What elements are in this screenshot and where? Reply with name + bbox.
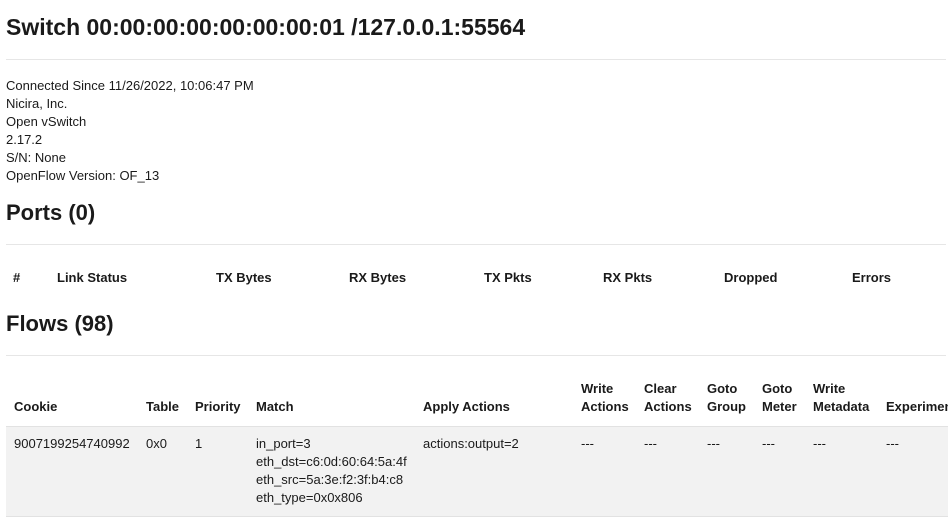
flows-col-match: Match xyxy=(256,399,294,414)
flow-apply-actions: actions:output=2 xyxy=(423,436,519,451)
hardware: Open vSwitch xyxy=(6,114,87,129)
flows-table-header: Cookie Table Priority Match Apply Action… xyxy=(6,373,948,425)
connected-since: Connected Since 11/26/2022, 10:06:47 PM xyxy=(6,78,254,93)
flow-table: 0x0 xyxy=(146,436,167,451)
ports-table-header: # Link Status TX Bytes RX Bytes TX Pkts … xyxy=(6,270,948,288)
flows-table: Cookie Table Priority Match Apply Action… xyxy=(6,373,948,517)
flow-cookie: 9007199254740992 xyxy=(14,436,130,451)
software-version: 2.17.2 xyxy=(6,132,43,147)
flow-goto-group: --- xyxy=(707,436,720,451)
divider xyxy=(6,244,946,245)
serial-number: S/N: None xyxy=(6,150,66,165)
openflow-version: OpenFlow Version: OF_13 xyxy=(6,168,160,183)
flows-col-clear-actions: Clear Actions xyxy=(644,381,692,414)
flows-col-apply-actions: Apply Actions xyxy=(423,399,510,414)
table-row: 9007199254740992 0x0 1 in_port=3 eth_dst… xyxy=(6,426,948,517)
flows-col-priority: Priority xyxy=(195,399,241,414)
switch-info: Connected Since 11/26/2022, 10:06:47 PM … xyxy=(6,77,254,185)
flow-clear-actions: --- xyxy=(644,436,657,451)
ports-col-number: # xyxy=(13,270,21,285)
flows-col-experimenter: Experimenter xyxy=(886,399,948,414)
flow-priority: 1 xyxy=(195,436,203,451)
ports-heading: Ports (0) xyxy=(6,200,96,225)
flows-col-write-actions: Write Actions xyxy=(581,381,629,414)
ports-col-errors: Errors xyxy=(852,270,892,285)
flows-col-goto-meter: Goto Meter xyxy=(762,381,797,414)
flows-col-goto-group: Goto Group xyxy=(707,381,746,414)
flow-write-actions: --- xyxy=(581,436,594,451)
ports-col-rx-pkts: RX Pkts xyxy=(603,270,653,285)
flow-experimenter: --- xyxy=(886,436,899,451)
manufacturer: Nicira, Inc. xyxy=(6,96,68,111)
divider xyxy=(6,355,946,356)
flow-goto-meter: --- xyxy=(762,436,775,451)
flows-col-write-metadata: Write Metadata xyxy=(813,381,870,414)
divider xyxy=(6,59,946,60)
ports-col-dropped: Dropped xyxy=(724,270,778,285)
flows-col-table: Table xyxy=(146,399,179,414)
flows-heading: Flows (98) xyxy=(6,311,114,336)
flow-match: in_port=3 eth_dst=c6:0d:60:64:5a:4f eth_… xyxy=(256,436,407,505)
ports-col-tx-pkts: TX Pkts xyxy=(484,270,532,285)
page-title: Switch 00:00:00:00:00:00:00:01 /127.0.0.… xyxy=(6,14,526,40)
flows-col-cookie: Cookie xyxy=(14,399,58,414)
flow-write-metadata: --- xyxy=(813,436,826,451)
ports-col-link-status: Link Status xyxy=(57,270,128,285)
ports-col-rx-bytes: RX Bytes xyxy=(349,270,407,285)
ports-col-tx-bytes: TX Bytes xyxy=(216,270,272,285)
